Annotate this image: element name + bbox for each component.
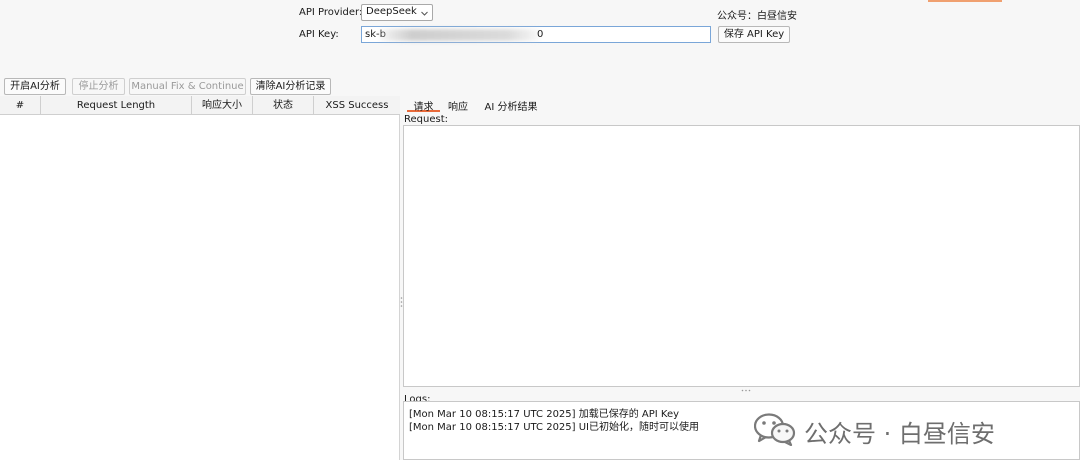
save-api-key-button[interactable]: 保存 API Key [718,26,790,43]
column-header-status[interactable]: 状态 [253,96,314,115]
column-header-request-length[interactable]: Request Length [41,96,192,115]
api-key-visible-end: 0 [537,29,544,40]
tab-request[interactable]: 请求 [407,98,440,113]
detail-panel: 请求 响应 AI 分析结果 Request: Logs: [Mon Mar 10… [403,96,1080,460]
clear-ai-records-button[interactable]: 清除AI分析记录 [250,78,331,95]
request-viewer[interactable] [403,125,1080,387]
api-key-redaction [380,29,540,41]
horizontal-splitter-handle[interactable] [741,389,751,392]
provider-value: DeepSeek [366,6,417,17]
watermark: 公众号 · 白昼信安 [754,409,1054,448]
manual-fix-continue-button[interactable]: Manual Fix & Continue [129,78,246,95]
account-text: 公众号：白昼信安 [717,11,797,22]
table-header: # Request Length 响应大小 状态 XSS Success [0,96,400,115]
provider-label: API Provider: [299,7,363,18]
chevron-down-icon [421,11,428,16]
api-key-field[interactable]: sk-b 0 [361,26,711,43]
api-key-label: API Key: [299,29,339,40]
provider-select[interactable]: DeepSeek [361,4,433,21]
tab-ai-result[interactable]: AI 分析结果 [479,98,543,113]
stop-analysis-button[interactable]: 停止分析 [72,78,125,95]
watermark-text: 公众号 · 白昼信安 [804,420,995,448]
wechat-logo-icon [754,413,796,446]
log-line: [Mon Mar 10 08:15:17 UTC 2025] UI已初始化，随时… [409,422,700,433]
column-header-xss-success[interactable]: XSS Success [314,96,400,115]
start-ai-analysis-button[interactable]: 开启AI分析 [4,78,66,95]
request-label: Request: [404,114,448,125]
tab-response[interactable]: 响应 [444,98,472,113]
column-header-index[interactable]: # [0,96,41,115]
column-header-response-size[interactable]: 响应大小 [192,96,253,115]
top-accent-strip [928,0,1002,2]
results-table[interactable]: # Request Length 响应大小 状态 XSS Success [0,96,400,460]
